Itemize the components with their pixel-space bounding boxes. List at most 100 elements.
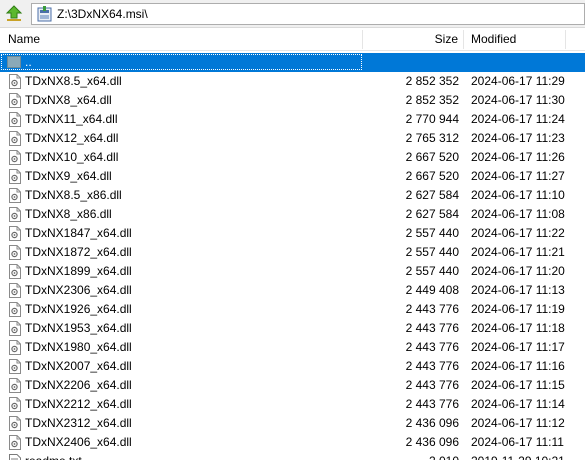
table-row[interactable]: TDxNX1980_x64.dll 2 443 776 2024-06-17 11:…: [0, 338, 585, 357]
file-size: 2 443 776: [405, 397, 459, 411]
table-row[interactable]: TDxNX1872_x64.dll 2 557 440 2024-06-17 11:…: [0, 243, 585, 262]
file-modified: 2024-06-17 11:23: [471, 131, 565, 145]
file-name: TDxNX2206_x64.dll: [25, 378, 132, 392]
file-modified: 2024-06-17 11:13: [471, 283, 565, 297]
up-folder-button[interactable]: [4, 5, 24, 23]
file-name: TDxNX1980_x64.dll: [25, 340, 132, 354]
dll-file-icon: [7, 93, 22, 108]
table-row[interactable]: TDxNX1847_x64.dll 2 557 440 2024-06-17 11:…: [0, 224, 585, 243]
file-modified: 2024-06-17 11:21: [471, 245, 565, 259]
dll-file-icon: [7, 169, 22, 184]
file-name: TDxNX8_x86.dll: [25, 207, 112, 221]
column-size-header[interactable]: Size: [365, 29, 458, 50]
file-size: 2 557 440: [405, 245, 459, 259]
file-modified: 2024-06-17 11:22: [471, 226, 565, 240]
table-row[interactable]: TDxNX8.5_x64.dll 2 852 352 2024-06-17 11:2…: [0, 72, 585, 91]
column-divider[interactable]: [362, 30, 363, 49]
file-modified: 2019-11-29 10:21: [471, 452, 565, 460]
file-modified: 2024-06-17 11:18: [471, 321, 565, 335]
table-row[interactable]: TDxNX2212_x64.dll 2 443 776 2024-06-17 11:…: [0, 395, 585, 414]
file-modified: 2024-06-17 11:16: [471, 359, 565, 373]
column-divider[interactable]: [463, 30, 464, 49]
file-size: 2 443 776: [405, 378, 459, 392]
table-row[interactable]: TDxNX1926_x64.dll 2 443 776 2024-06-17 11:…: [0, 300, 585, 319]
table-row[interactable]: TDxNX1899_x64.dll 2 557 440 2024-06-17 11:…: [0, 262, 585, 281]
file-name: TDxNX2007_x64.dll: [25, 359, 132, 373]
file-size: 2 443 776: [405, 340, 459, 354]
file-modified: 2024-06-17 11:11: [471, 435, 564, 449]
table-row[interactable]: TDxNX2306_x64.dll 2 449 408 2024-06-17 11:…: [0, 281, 585, 300]
file-modified: 2024-06-17 11:15: [471, 378, 565, 392]
up-arrow-icon: [5, 5, 23, 21]
focus-rect: [1, 54, 362, 70]
file-size: 2 627 584: [405, 207, 459, 221]
file-size: 2 557 440: [405, 226, 459, 240]
file-modified: 2024-06-17 11:08: [471, 207, 565, 221]
table-row[interactable]: readme.txt 2 010 2019-11-29 10:21: [0, 452, 585, 460]
column-divider[interactable]: [565, 30, 566, 49]
parent-folder-row[interactable]: ..: [0, 53, 585, 72]
file-name: TDxNX1899_x64.dll: [25, 264, 132, 278]
file-name: TDxNX10_x64.dll: [25, 150, 119, 164]
file-modified: 2024-06-17 11:20: [471, 264, 565, 278]
file-size: 2 449 408: [405, 283, 459, 297]
file-name: TDxNX1953_x64.dll: [25, 321, 132, 335]
file-size: 2 443 776: [405, 321, 459, 335]
dll-file-icon: [7, 264, 22, 279]
file-size: 2 443 776: [405, 359, 459, 373]
file-modified: 2024-06-17 11:27: [471, 169, 565, 183]
file-size: 2 765 312: [405, 131, 459, 145]
column-header: Name Size Modified: [0, 29, 585, 51]
dll-file-icon: [7, 150, 22, 165]
table-row[interactable]: TDxNX8_x86.dll 2 627 584 2024-06-17 11:08: [0, 205, 585, 224]
dll-file-icon: [7, 74, 22, 89]
file-name: TDxNX8.5_x64.dll: [25, 74, 122, 88]
column-name-header[interactable]: Name: [8, 29, 40, 50]
dll-file-icon: [7, 188, 22, 203]
file-modified: 2024-06-17 11:17: [471, 340, 565, 354]
file-size: 2 852 352: [405, 93, 459, 107]
path-text: Z:\3DxNX64.msi\: [57, 7, 148, 21]
column-modified-header[interactable]: Modified: [471, 29, 516, 50]
text-file-icon: [7, 454, 22, 460]
dll-file-icon: [7, 378, 22, 393]
file-name: TDxNX2312_x64.dll: [25, 416, 132, 430]
file-size: 2 010: [365, 452, 459, 460]
file-size: 2 770 944: [405, 112, 459, 126]
dll-file-icon: [7, 283, 22, 298]
file-modified: 2024-06-17 11:19: [471, 302, 565, 316]
file-size: 2 436 096: [405, 416, 459, 430]
dll-file-icon: [7, 321, 22, 336]
table-row[interactable]: TDxNX10_x64.dll 2 667 520 2024-06-17 11:26: [0, 148, 585, 167]
table-row[interactable]: TDxNX8_x64.dll 2 852 352 2024-06-17 11:30: [0, 91, 585, 110]
dll-file-icon: [7, 302, 22, 317]
table-row[interactable]: TDxNX2312_x64.dll 2 436 096 2024-06-17 11:…: [0, 414, 585, 433]
file-name: readme.txt: [25, 452, 82, 460]
file-name: TDxNX8_x64.dll: [25, 93, 112, 107]
table-row[interactable]: TDxNX9_x64.dll 2 667 520 2024-06-17 11:27: [0, 167, 585, 186]
dll-file-icon: [7, 207, 22, 222]
file-name: TDxNX2406_x64.dll: [25, 435, 132, 449]
dll-file-icon: [7, 416, 22, 431]
file-list[interactable]: .. TDxNX8.5_x64.dll 2 852 352 2024-06-17 1…: [0, 53, 585, 460]
table-row[interactable]: TDxNX11_x64.dll 2 770 944 2024-06-17 11:24: [0, 110, 585, 129]
table-row[interactable]: TDxNX2007_x64.dll 2 443 776 2024-06-17 11:…: [0, 357, 585, 376]
table-row[interactable]: TDxNX12_x64.dll 2 765 312 2024-06-17 11:23: [0, 129, 585, 148]
table-row[interactable]: TDxNX1953_x64.dll 2 443 776 2024-06-17 11:…: [0, 319, 585, 338]
file-name: TDxNX11_x64.dll: [25, 112, 118, 126]
dll-file-icon: [7, 112, 22, 127]
table-row[interactable]: TDxNX2406_x64.dll 2 436 096 2024-06-17 11:…: [0, 433, 585, 452]
file-name: TDxNX9_x64.dll: [25, 169, 112, 183]
file-name: TDxNX1872_x64.dll: [25, 245, 132, 259]
dll-file-icon: [7, 131, 22, 146]
file-modified: 2024-06-17 11:26: [471, 150, 565, 164]
dll-file-icon: [7, 359, 22, 374]
file-size: 2 436 096: [405, 435, 459, 449]
file-size: 2 667 520: [405, 150, 459, 164]
file-modified: 2024-06-17 11:14: [471, 397, 565, 411]
table-row[interactable]: TDxNX8.5_x86.dll 2 627 584 2024-06-17 11:1…: [0, 186, 585, 205]
dll-file-icon: [7, 397, 22, 412]
path-input[interactable]: Z:\3DxNX64.msi\: [31, 3, 585, 25]
table-row[interactable]: TDxNX2206_x64.dll 2 443 776 2024-06-17 11:…: [0, 376, 585, 395]
address-toolbar: Z:\3DxNX64.msi\: [0, 0, 585, 28]
